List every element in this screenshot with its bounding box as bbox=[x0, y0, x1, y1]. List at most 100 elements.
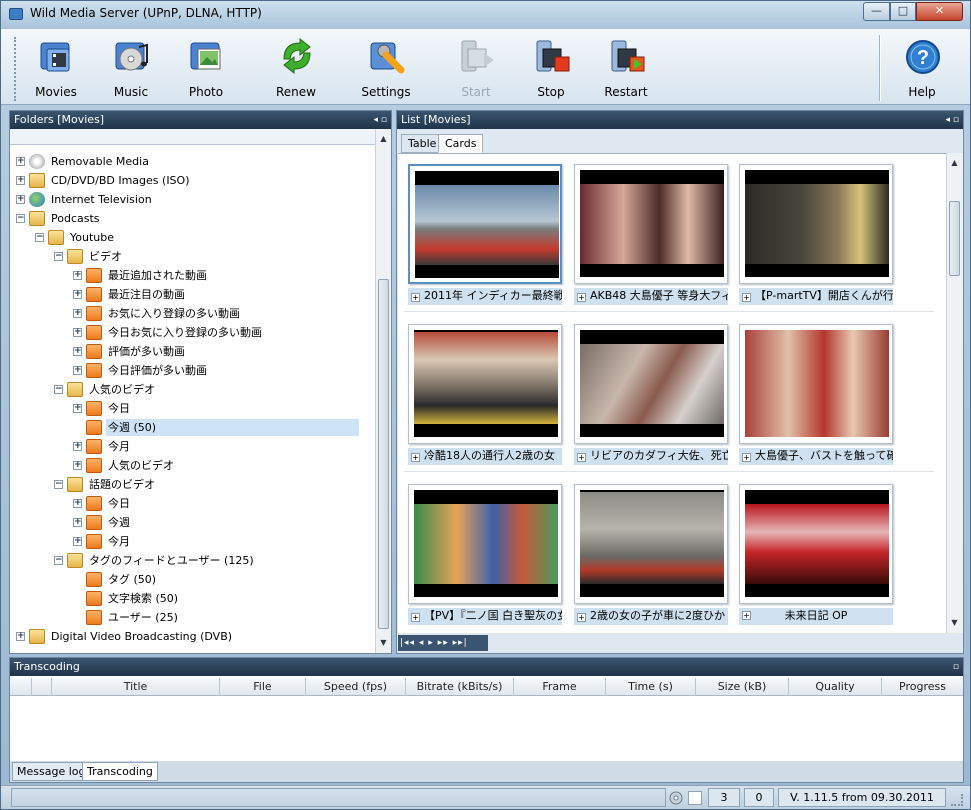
video-card[interactable]: +2011年 インディカー最終戦 bbox=[408, 164, 562, 305]
column-header-bitrate[interactable]: Bitrate (kBits/s) bbox=[406, 678, 514, 696]
column-header-title[interactable]: Title bbox=[52, 678, 220, 696]
column-header-size[interactable]: Size (kB) bbox=[696, 678, 789, 696]
renew-button[interactable]: Renew bbox=[261, 29, 331, 105]
expand-icon[interactable]: + bbox=[411, 613, 420, 622]
folders-pane-title: Folders [Movies] bbox=[14, 113, 105, 126]
video-card[interactable]: +【P-martTV】開店くんが行く！ bbox=[739, 164, 893, 305]
expand-icon[interactable]: + bbox=[16, 157, 25, 166]
pin-icon[interactable]: ◂ ▫ bbox=[946, 111, 959, 129]
pin-icon[interactable]: ▫ bbox=[953, 658, 959, 676]
scroll-up-icon[interactable]: ▲ bbox=[947, 155, 962, 170]
expand-icon[interactable]: + bbox=[73, 499, 82, 508]
toolbar-grip[interactable] bbox=[14, 37, 17, 101]
svg-text:?: ? bbox=[917, 47, 929, 69]
maximize-button[interactable]: □ bbox=[890, 2, 916, 21]
minimize-button[interactable]: — bbox=[863, 2, 890, 21]
scroll-down-icon[interactable]: ▼ bbox=[376, 635, 391, 650]
video-card[interactable]: + 大島優子、バストを触って確 bbox=[739, 324, 893, 465]
tab-message-log[interactable]: Message log bbox=[12, 762, 91, 781]
expand-icon[interactable]: + bbox=[16, 176, 25, 185]
pager-controls[interactable]: |◂◂ ◂ ▸ ▸▸ ▸▸| bbox=[398, 635, 488, 651]
tree-label: タグのフィードとユーザー (125) bbox=[89, 554, 254, 567]
video-thumbnail[interactable] bbox=[574, 324, 728, 444]
expand-icon[interactable]: + bbox=[73, 461, 82, 470]
folders-filter-bar[interactable] bbox=[10, 129, 391, 145]
expand-icon[interactable]: + bbox=[73, 271, 82, 280]
expand-icon[interactable]: + bbox=[73, 442, 82, 451]
video-card[interactable]: + AKB48 大島優子 等身大フィ bbox=[574, 164, 728, 305]
video-thumbnail[interactable] bbox=[408, 164, 562, 284]
expand-icon[interactable]: + bbox=[16, 632, 25, 641]
photo-button[interactable]: Photo bbox=[171, 29, 241, 105]
start-button[interactable]: Start bbox=[441, 29, 511, 105]
tab-cards[interactable]: Cards bbox=[438, 134, 484, 153]
expand-icon[interactable]: + bbox=[16, 195, 25, 204]
folders-scrollbar[interactable]: ▲ ▼ bbox=[375, 129, 391, 653]
scroll-thumb[interactable] bbox=[949, 201, 960, 276]
title-bar[interactable]: Wild Media Server (UPnP, DLNA, HTTP) — □… bbox=[1, 1, 970, 29]
collapse-icon[interactable]: − bbox=[54, 556, 63, 565]
column-header-frame[interactable]: Frame bbox=[514, 678, 606, 696]
expand-icon[interactable]: + bbox=[742, 293, 751, 302]
scroll-up-icon[interactable]: ▲ bbox=[376, 131, 391, 146]
collapse-icon[interactable]: − bbox=[16, 214, 25, 223]
video-thumbnail[interactable] bbox=[574, 164, 728, 284]
tree-label: 今日 bbox=[108, 497, 130, 510]
settings-button[interactable]: Settings bbox=[351, 29, 421, 105]
expand-icon[interactable]: + bbox=[73, 404, 82, 413]
video-card[interactable]: +2歳の女の子が車に2度ひか bbox=[574, 484, 728, 625]
expand-icon[interactable]: + bbox=[411, 453, 420, 462]
help-button[interactable]: ? Help bbox=[887, 29, 957, 105]
video-card[interactable]: + リビアのカダフィ大佐、死亡 bbox=[574, 324, 728, 465]
video-thumbnail[interactable] bbox=[739, 324, 893, 444]
expand-icon[interactable]: + bbox=[411, 293, 420, 302]
cards-scrollbar[interactable]: ▲ ▼ bbox=[946, 153, 963, 633]
column-header-progress[interactable]: Progress bbox=[882, 678, 963, 696]
video-card[interactable]: + 【PV】『二ノ国 白き聖灰の女 bbox=[408, 484, 562, 625]
video-thumbnail[interactable] bbox=[574, 484, 728, 604]
thumbnail-image bbox=[745, 330, 889, 437]
close-button[interactable]: ✕ bbox=[916, 2, 963, 21]
video-thumbnail[interactable] bbox=[739, 164, 893, 284]
collapse-icon[interactable]: − bbox=[54, 480, 63, 489]
bottom-tabs: Message log Transcoding bbox=[10, 761, 963, 782]
video-thumbnail[interactable] bbox=[408, 324, 562, 444]
movies-button[interactable]: Movies bbox=[21, 29, 91, 105]
restart-button[interactable]: Restart bbox=[591, 29, 661, 105]
expand-icon[interactable]: + bbox=[577, 613, 586, 622]
expand-icon[interactable]: + bbox=[73, 290, 82, 299]
status-checkbox[interactable] bbox=[688, 791, 702, 805]
music-button[interactable]: Music bbox=[96, 29, 166, 105]
stop-button[interactable]: Stop bbox=[516, 29, 586, 105]
expand-icon[interactable]: + bbox=[73, 328, 82, 337]
expand-icon[interactable]: + bbox=[742, 611, 751, 620]
tab-transcoding[interactable]: Transcoding bbox=[82, 762, 158, 781]
expand-icon[interactable]: + bbox=[577, 453, 586, 462]
expand-icon[interactable]: + bbox=[73, 309, 82, 318]
column-header-time[interactable]: Time (s) bbox=[606, 678, 696, 696]
column-header-blank[interactable] bbox=[32, 678, 52, 696]
video-card[interactable]: + 未来日記 OP bbox=[739, 484, 893, 625]
expand-icon[interactable]: + bbox=[73, 518, 82, 527]
collapse-icon[interactable]: − bbox=[54, 385, 63, 394]
scroll-down-icon[interactable]: ▼ bbox=[947, 615, 962, 630]
collapse-icon[interactable]: − bbox=[54, 252, 63, 261]
video-thumbnail[interactable] bbox=[739, 484, 893, 604]
column-header-speed[interactable]: Speed (fps) bbox=[306, 678, 406, 696]
tree-item-selected[interactable]: 今週 (50) bbox=[73, 419, 359, 437]
scroll-thumb[interactable] bbox=[378, 279, 389, 629]
column-header-quality[interactable]: Quality bbox=[789, 678, 882, 696]
collapse-icon[interactable]: − bbox=[35, 233, 44, 242]
video-card[interactable]: + 冷酷18人の通行人2歳の女 bbox=[408, 324, 562, 465]
expand-icon[interactable]: + bbox=[742, 453, 751, 462]
expand-icon[interactable]: + bbox=[577, 293, 586, 302]
video-thumbnail[interactable] bbox=[408, 484, 562, 604]
rss-icon bbox=[86, 363, 102, 378]
expand-icon[interactable]: + bbox=[73, 366, 82, 375]
column-header-blank[interactable] bbox=[10, 678, 32, 696]
resize-grip-icon[interactable] bbox=[951, 794, 963, 806]
expand-icon[interactable]: + bbox=[73, 537, 82, 546]
pin-icon[interactable]: ◂ ▫ bbox=[374, 111, 387, 129]
expand-icon[interactable]: + bbox=[73, 347, 82, 356]
column-header-file[interactable]: File bbox=[220, 678, 306, 696]
